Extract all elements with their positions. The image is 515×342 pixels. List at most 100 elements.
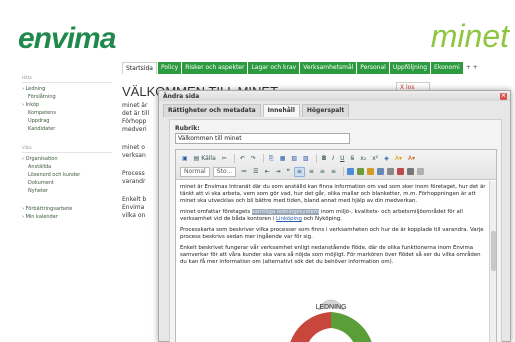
tab-hogerspalt[interactable]: Högerspalt [301, 104, 350, 117]
dialog-tabs: Rättigheter och metadata Innehåll Högers… [159, 101, 510, 117]
sidebar-item[interactable]: Kandidater [22, 125, 112, 133]
tab-risker[interactable]: Risker och aspekter [182, 62, 248, 74]
edit-page-dialog: Ändra sida × Rättigheter och metadata In… [158, 90, 511, 342]
anchor-icon[interactable] [366, 168, 374, 175]
dialog-body: Rubrik: Välkommen till minet ▣ ▤ Källa ✂… [169, 119, 502, 342]
strike-icon[interactable]: S̶ [348, 154, 356, 164]
sidebar-item-ledning[interactable]: › Ledning [22, 85, 112, 93]
main-tabs: Startsida Policy Risker och aspekter Lag… [122, 62, 480, 74]
tab-ekonomi[interactable]: Ekonomi [431, 62, 463, 74]
numbered-list-icon[interactable]: ≔ [239, 167, 249, 177]
indent-icon[interactable]: ⇥ [274, 167, 283, 177]
italic-icon[interactable]: I [330, 154, 336, 164]
sidebar-item[interactable]: Kompetens [22, 109, 112, 117]
main-paragraph: Process varandr [122, 170, 146, 185]
content-paragraph: minet är Envimas Intranät där du som ans… [180, 184, 486, 204]
diagram-segment-red[interactable] [289, 312, 331, 342]
sidebar-item[interactable]: Anställda [22, 163, 112, 171]
table-icon[interactable] [386, 168, 394, 175]
toolbar-separator [342, 167, 344, 176]
sidebar-item[interactable]: Förslåtning [22, 93, 112, 101]
format-icon[interactable]: ◈ [382, 154, 391, 164]
justify-icon[interactable]: ≡ [329, 167, 338, 177]
tab-personal[interactable]: Personal [357, 62, 389, 74]
sidebar-item[interactable]: Dokument [22, 179, 112, 187]
logo[interactable]: envima [18, 22, 116, 56]
sidebar-group: › Förbättringsarbete › Min kalender [22, 205, 112, 221]
main-paragraph: Enkelt b Envima vilka on [122, 196, 147, 219]
main-paragraph: minet är det är till Förhopp medveri [122, 102, 150, 133]
tab-policy[interactable]: Policy [157, 62, 182, 74]
paste-icon[interactable]: ▦ [278, 154, 288, 164]
sidebar-item[interactable]: Nyheter [22, 187, 112, 195]
save-icon[interactable]: ▣ [180, 154, 190, 164]
tab-lagar[interactable]: Lagar och krav [248, 62, 300, 74]
intranet-logo: minet [430, 18, 509, 54]
dialog-title: Ändra sida [163, 93, 200, 100]
linkoping-link[interactable]: Linköping [276, 216, 302, 222]
diagram-segment-green[interactable] [331, 312, 373, 342]
scroll-thumb[interactable] [491, 231, 496, 271]
sidebar-item[interactable]: Lösenord och kunder [22, 171, 112, 179]
editor-toolbar: ▣ ▤ Källa ✂ ↶ ↷ ⎘ ▦ ▧ ▨ B I U S̶ x₂ x² ◈… [176, 150, 496, 180]
source-button[interactable]: ▤ Källa [192, 154, 218, 164]
editor-scrollbar[interactable] [489, 181, 496, 342]
link-icon[interactable] [346, 168, 354, 175]
paste-word-icon[interactable]: ▨ [301, 154, 311, 164]
close-icon[interactable]: × [500, 93, 507, 100]
style-select[interactable]: Normal [180, 166, 210, 177]
content-paragraph: Enkelt beskrivet fungerar vår verksamhet… [180, 245, 481, 265]
tab-startsida[interactable]: Startsida [122, 62, 157, 74]
tab-uppfoljning[interactable]: Uppföljning [389, 62, 431, 74]
unlink-icon[interactable] [356, 168, 364, 175]
tab-innehall[interactable]: Innehåll [262, 104, 300, 117]
redo-icon[interactable]: ↷ [249, 154, 258, 164]
sidebar-item-min-kalender[interactable]: › Min kalender [22, 213, 112, 221]
undo-icon[interactable]: ↶ [238, 154, 247, 164]
paste-text-icon[interactable]: ▧ [289, 154, 299, 164]
subscript-icon[interactable]: x₂ [358, 154, 368, 164]
align-right-icon[interactable]: ≡ [318, 167, 327, 177]
underline-icon[interactable]: U [338, 154, 346, 164]
align-center-icon[interactable]: ≡ [307, 167, 316, 177]
content-paragraph: Processkarta som beskriver vilka process… [180, 227, 484, 240]
size-select[interactable]: Sto... [212, 166, 237, 177]
rich-text-editor: ▣ ▤ Källa ✂ ↶ ↷ ⎘ ▦ ▧ ▨ B I U S̶ x₂ x² ◈… [175, 149, 497, 342]
sidebar-group: Hitta › Ledning Förslåtning › Inköp Komp… [22, 75, 112, 133]
outdent-icon[interactable]: ⇤ [263, 167, 272, 177]
tab-rattigheter[interactable]: Rättigheter och metadata [163, 104, 261, 117]
tabs-more[interactable]: + + [464, 62, 480, 74]
align-left-icon[interactable]: ≡ [293, 166, 305, 177]
rubrik-input[interactable]: Välkommen till minet [175, 133, 350, 144]
content-paragraph: minet omfattar företagets samtliga ledni… [180, 209, 463, 222]
sidebar: Hitta › Ledning Förslåtning › Inköp Komp… [22, 75, 112, 231]
hr-icon[interactable] [406, 168, 414, 175]
dialog-titlebar[interactable]: Ändra sida × [159, 91, 510, 101]
bullet-list-icon[interactable]: ☰ [251, 167, 260, 177]
rubrik-label: Rubrik: [175, 125, 200, 132]
main-paragraph: minet o verksan [122, 144, 146, 159]
blockquote-icon[interactable]: ❝ [285, 167, 292, 177]
sidebar-item-forbattringsarbete[interactable]: › Förbättringsarbete [22, 205, 112, 213]
process-diagram[interactable]: LEDNING [266, 298, 396, 342]
diagram-label-ledning: LEDNING [315, 304, 346, 311]
toolbar-separator [262, 154, 264, 163]
sidebar-item[interactable]: Uppdrag [22, 117, 112, 125]
bold-icon[interactable]: B [320, 154, 329, 164]
sidebar-group-head: Hitta [22, 75, 112, 83]
special-char-icon[interactable] [416, 168, 424, 175]
sidebar-item-inkop[interactable]: › Inköp [22, 101, 112, 109]
tab-verksamhetsmal[interactable]: Verksamhetsmål [300, 62, 357, 74]
editor-content[interactable]: minet är Envimas Intranät där du som ans… [176, 181, 490, 342]
sidebar-item-organisation[interactable]: › Organisation [22, 155, 112, 163]
page: { "header": { "logo": "envima", "logo_ri… [0, 0, 515, 342]
image-icon[interactable] [376, 168, 384, 175]
flash-icon[interactable] [396, 168, 404, 175]
text-color-icon[interactable]: A▾ [393, 154, 404, 164]
cut-icon[interactable]: ✂ [220, 154, 229, 164]
sidebar-group-head: Vilka [22, 145, 112, 153]
bg-color-icon[interactable]: A▾ [406, 154, 417, 164]
toolbar-separator [233, 154, 235, 163]
superscript-icon[interactable]: x² [370, 154, 380, 164]
copy-icon[interactable]: ⎘ [267, 154, 276, 164]
